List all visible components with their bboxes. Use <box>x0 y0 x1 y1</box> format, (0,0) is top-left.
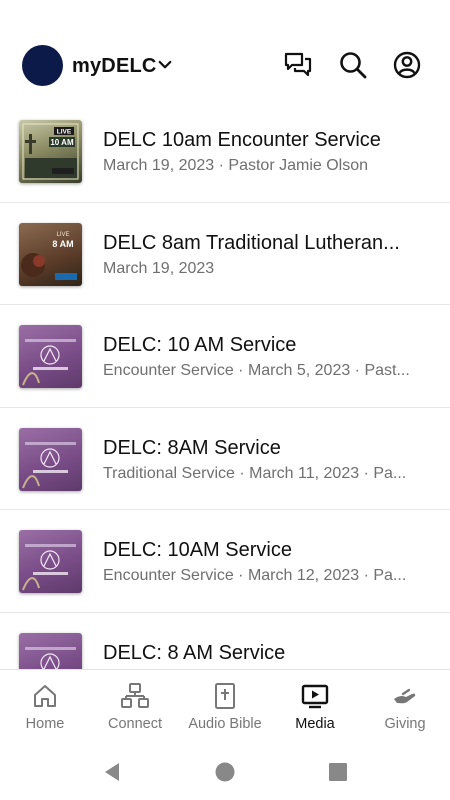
media-subtitle: Traditional Service · March 11, 2023 · P… <box>103 464 407 482</box>
search-icon[interactable] <box>338 50 368 80</box>
list-item[interactable]: DELC: 10AM Service Encounter Service · M… <box>0 510 450 613</box>
list-item[interactable]: DELC: 10 AM Service Encounter Service · … <box>0 305 450 408</box>
tab-giving[interactable]: Giving <box>360 670 450 745</box>
tab-home[interactable]: Home <box>0 670 90 745</box>
giving-icon <box>394 688 416 704</box>
bottom-tab-bar: Home Connect Audio Bible Media Giving <box>0 669 450 744</box>
media-subtitle: March 19, 2023 · Pastor Jamie Olson <box>103 157 369 174</box>
tab-media[interactable]: Media <box>270 670 360 745</box>
svg-text:LIVE: LIVE <box>57 129 72 136</box>
app-title[interactable]: myDELC <box>72 55 157 78</box>
media-title: DELC 8am Traditional Lutheran... <box>103 231 400 254</box>
video-thumbnail <box>19 530 82 593</box>
video-thumbnail <box>19 325 82 388</box>
home-circle-icon[interactable] <box>213 760 237 784</box>
svg-text:8 AM: 8 AM <box>52 239 73 249</box>
app-header: myDELC <box>0 0 450 110</box>
bible-icon <box>215 683 235 709</box>
media-title: DELC: 8 AM Service <box>103 641 286 664</box>
list-item[interactable]: DELC: 8AM Service Traditional Service · … <box>0 408 450 510</box>
list-item[interactable]: LIVE 10 AM DELC 10am Encounter Service M… <box>0 100 450 203</box>
chevron-down-icon[interactable] <box>156 56 174 74</box>
media-subtitle: March 19, 2023 <box>103 259 215 277</box>
svg-text:LIVE: LIVE <box>56 232 69 238</box>
media-title: DELC 10am Encounter Service <box>103 129 381 151</box>
tab-audio-bible[interactable]: Audio Bible <box>180 670 270 745</box>
svg-text:10 AM: 10 AM <box>50 138 74 147</box>
tab-audio-bible-label: Audio Bible <box>188 716 262 732</box>
media-subtitle: Encounter Service · March 5, 2023 · Past… <box>103 362 410 379</box>
list-item[interactable]: LIVE 8 AM DELC 8am Traditional Lutheran.… <box>0 203 450 305</box>
media-icon <box>301 684 329 709</box>
video-thumbnail: LIVE 8 AM <box>19 222 82 286</box>
media-list: LIVE 10 AM DELC 10am Encounter Service M… <box>0 100 450 669</box>
tab-media-label: Media <box>295 716 335 732</box>
tab-connect[interactable]: Connect <box>90 670 180 745</box>
media-title: DELC: 8AM Service <box>103 436 281 459</box>
account-icon[interactable] <box>392 50 422 80</box>
recents-square-icon[interactable] <box>326 760 350 784</box>
church-avatar[interactable] <box>22 45 63 86</box>
video-thumbnail <box>19 427 82 491</box>
tab-giving-label: Giving <box>384 716 426 732</box>
media-title: DELC: 10AM Service <box>103 539 292 561</box>
list-item[interactable]: DELC: 8 AM Service <box>0 613 450 669</box>
system-nav-bar <box>0 744 450 800</box>
media-subtitle: Encounter Service · March 12, 2023 · Pa.… <box>103 567 407 584</box>
home-icon <box>34 685 56 707</box>
connect-icon <box>121 683 149 708</box>
video-thumbnail <box>19 632 82 669</box>
tab-home-label: Home <box>25 716 65 732</box>
chat-icon[interactable] <box>283 50 313 80</box>
video-thumbnail: LIVE 10 AM <box>19 120 82 183</box>
tab-connect-label: Connect <box>107 716 162 732</box>
media-title: DELC: 10 AM Service <box>103 334 297 356</box>
back-icon[interactable] <box>100 760 124 784</box>
